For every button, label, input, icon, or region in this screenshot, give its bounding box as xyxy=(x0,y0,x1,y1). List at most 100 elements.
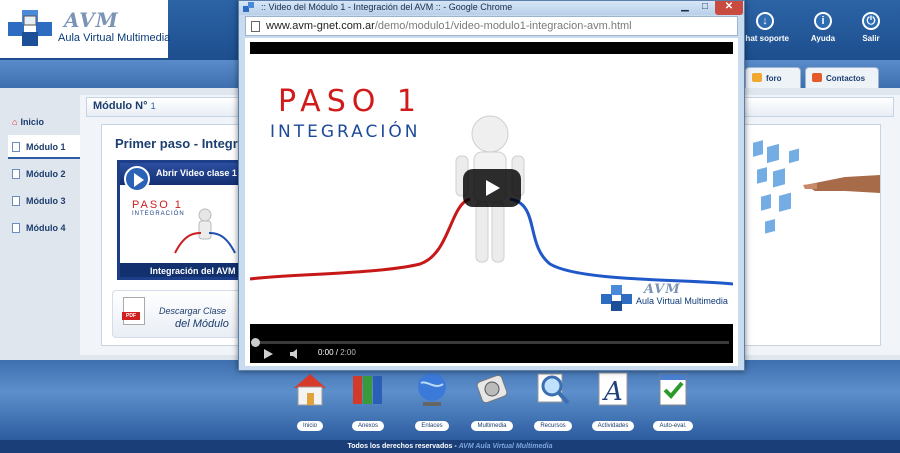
bottom-nav-label: Auto-eval. xyxy=(653,421,693,431)
window-titlebar[interactable]: :: Video del Módulo 1 - Integración del … xyxy=(239,1,744,15)
tab-foro[interactable]: foro xyxy=(745,67,801,88)
logout-label: Salir xyxy=(862,34,880,43)
sidebar-item-modulo-2[interactable]: Módulo 2 xyxy=(8,162,80,186)
contacts-icon xyxy=(812,73,822,82)
bottom-nav-label: Anexos xyxy=(351,421,384,431)
checklist-icon xyxy=(659,373,687,406)
document-icon xyxy=(12,142,20,152)
video-frame[interactable]: PASO 1 INTEGRACIÓN AVM Aula Virtual Mult… xyxy=(250,54,733,324)
help-label: Ayuda xyxy=(810,34,836,43)
bottom-nav-inicio[interactable]: Inicio xyxy=(285,370,335,432)
puzzle-logo-icon xyxy=(601,285,632,311)
tab-foro-label: foro xyxy=(766,74,782,83)
font-icon: A xyxy=(598,372,628,407)
media-icon xyxy=(476,374,508,404)
bottom-nav-enlaces[interactable]: Enlaces xyxy=(407,370,457,432)
video-popup-window[interactable]: :: Video del Módulo 1 - Integración del … xyxy=(238,0,745,371)
video-top-bar xyxy=(250,42,733,54)
bottom-nav-multimedia[interactable]: Multimedia xyxy=(467,370,517,432)
bottom-nav-label: Recursos xyxy=(534,421,572,431)
duration: 2:00 xyxy=(340,348,356,357)
video-progress-bar[interactable] xyxy=(251,338,729,347)
window-title: :: Video del Módulo 1 - Integración del … xyxy=(261,2,513,12)
footer-brand: AVM Aula Virtual Multimedia xyxy=(458,443,553,450)
section-title: Primer paso - Integr xyxy=(115,136,238,151)
logo[interactable]: AVM Aula Virtual Multimedia xyxy=(0,0,171,58)
footer-text: Todos los derechos reservados - xyxy=(347,443,459,450)
bottom-nav-label: Enlaces xyxy=(415,421,449,431)
chat-icon: ↓ xyxy=(756,12,774,30)
forum-icon xyxy=(752,73,762,82)
top-icon-bar: ↓ chat soporte i Ayuda ⏻ Salir xyxy=(740,12,900,52)
bottom-nav-auto-eval[interactable]: Auto-eval. xyxy=(648,370,698,432)
tab-contactos-label: Contactos xyxy=(826,74,866,83)
sidebar-item-modulo-1[interactable]: Módulo 1 xyxy=(8,135,80,159)
logo-mark: AVM xyxy=(64,8,119,32)
window-app-icon xyxy=(243,2,254,12)
play-icon[interactable] xyxy=(264,349,273,359)
watermark-text: Aula Virtual Multimedia xyxy=(636,296,728,306)
video-scrubber[interactable] xyxy=(251,338,260,347)
maximize-button[interactable]: □ xyxy=(695,1,715,15)
chat-support-label: chat soporte xyxy=(740,34,789,43)
bottom-nav-actividades[interactable]: A Actividades xyxy=(588,370,638,432)
footer: Todos los derechos reservados - AVM Aula… xyxy=(0,440,900,453)
document-icon xyxy=(12,196,20,206)
puzzle-logo-icon xyxy=(8,10,52,46)
volume-icon[interactable] xyxy=(290,349,300,359)
module-header-label: Módulo N° xyxy=(93,100,148,112)
power-icon: ⏻ xyxy=(862,12,880,30)
sidebar-item-modulo-4[interactable]: Módulo 4 xyxy=(8,216,80,240)
logo-text: Aula Virtual Multimedia xyxy=(58,32,171,44)
video-card-footer: Integración del AVM xyxy=(120,263,240,277)
close-button[interactable]: ✕ xyxy=(715,1,743,15)
url-host: www.avm-gnet.com.ar xyxy=(266,20,375,32)
video-play-button[interactable] xyxy=(463,169,521,207)
url-path: /demo/modulo1/video-modulo1-integracion-… xyxy=(374,20,632,32)
binders-icon xyxy=(353,376,382,404)
play-icon xyxy=(124,166,150,192)
house-icon xyxy=(294,374,326,406)
address-bar[interactable]: www.avm-gnet.com.ar/demo/modulo1/video-m… xyxy=(245,16,738,36)
digital-hand-illustration-icon xyxy=(753,140,880,234)
download-sublabel: del Módulo xyxy=(175,318,229,330)
figure-illustration-icon xyxy=(174,208,236,254)
globe-icon xyxy=(418,373,446,406)
minimize-button[interactable]: ▁ xyxy=(675,1,695,15)
sidebar-item-inicio[interactable]: ⌂ Inicio xyxy=(8,110,80,134)
sidebar-item-label: Módulo 4 xyxy=(26,223,66,233)
download-label: Descargar Clase xyxy=(159,306,227,316)
bottom-nav-label: Inicio xyxy=(296,421,323,431)
pdf-badge: PDF xyxy=(122,312,140,320)
bottom-nav-recursos[interactable]: Recursos xyxy=(528,370,578,432)
current-time: 0:00 xyxy=(318,348,334,357)
page-viewport: PASO 1 INTEGRACIÓN AVM Aula Virtual Mult… xyxy=(245,38,738,366)
bottom-nav-anexos[interactable]: Anexos xyxy=(343,370,393,432)
video-watermark: AVM Aula Virtual Multimedia xyxy=(600,282,728,314)
module-number: 1 xyxy=(150,101,156,111)
logout-button[interactable]: ⏻ Salir xyxy=(846,12,896,43)
home-icon: ⌂ xyxy=(12,117,18,127)
page-icon xyxy=(251,21,260,32)
video-controls: 0:00 / 2:00 xyxy=(250,324,733,363)
sidebar-item-label: Módulo 3 xyxy=(26,196,66,206)
sidebar-item-label: Inicio xyxy=(20,117,44,127)
help-button[interactable]: i Ayuda xyxy=(798,12,848,43)
video-time: 0:00 / 2:00 xyxy=(318,348,356,357)
bottom-nav-label: Actividades xyxy=(591,421,635,431)
tab-contactos[interactable]: Contactos xyxy=(805,67,879,88)
open-video-card[interactable]: Abrir Video clase 1 PASO 1 INTEGRACIÓN I… xyxy=(117,160,243,280)
bottom-nav-label: Multimedia xyxy=(471,421,513,431)
sidebar-item-label: Módulo 2 xyxy=(26,169,66,179)
sidebar-item-label: Módulo 1 xyxy=(26,142,66,152)
info-icon: i xyxy=(814,12,832,30)
svg-text:A: A xyxy=(602,377,623,407)
magnifier-icon xyxy=(537,373,570,405)
download-module-button[interactable]: PDF Descargar Clase del Módulo xyxy=(112,290,242,338)
document-icon xyxy=(12,169,20,179)
pdf-icon: PDF xyxy=(122,297,145,325)
document-icon xyxy=(12,223,20,233)
chat-support-button[interactable]: ↓ chat soporte xyxy=(740,12,790,43)
sidebar: ⌂ Inicio Módulo 1 Módulo 2 Módulo 3 Módul… xyxy=(0,95,80,350)
sidebar-item-modulo-3[interactable]: Módulo 3 xyxy=(8,189,80,213)
